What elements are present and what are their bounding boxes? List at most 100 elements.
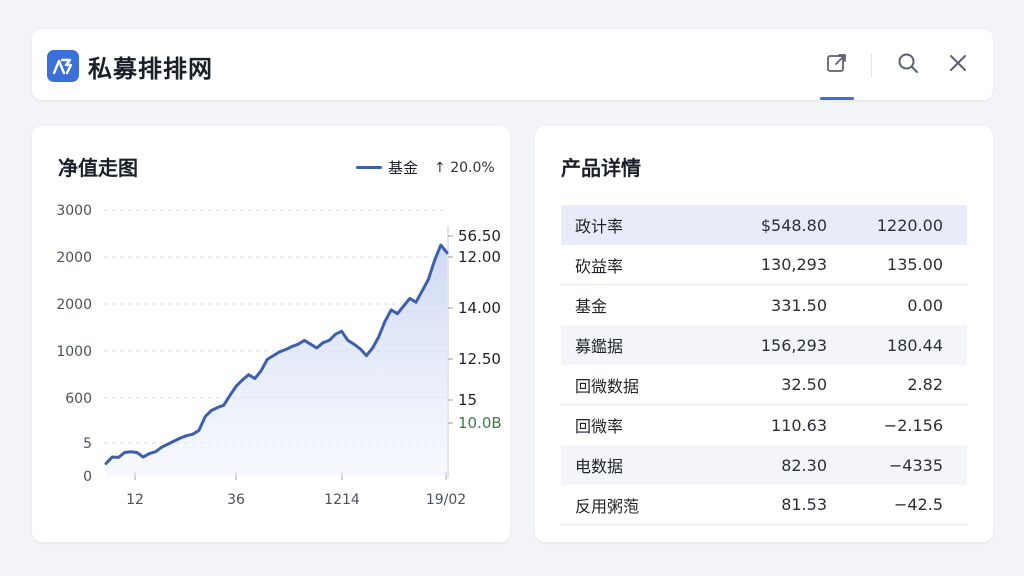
data-point xyxy=(440,244,442,246)
y-tick-label: 2000 xyxy=(56,297,92,313)
data-point xyxy=(347,339,349,341)
right-tick-label: 15 xyxy=(458,391,477,409)
y-tick-label: 5 xyxy=(83,436,92,452)
table-row: 反用粥萢 81.53 −42.5 xyxy=(561,485,967,525)
data-point xyxy=(136,451,138,454)
data-point xyxy=(446,252,448,254)
data-point xyxy=(372,347,374,349)
app-title: 私募排排网 xyxy=(88,55,213,83)
data-point xyxy=(316,347,318,349)
data-point xyxy=(328,339,330,341)
row-value-1: $548.80 xyxy=(760,215,827,235)
data-point xyxy=(223,404,225,406)
x-tick-label: 1214 xyxy=(324,492,360,508)
row-value-2: 2.82 xyxy=(907,375,943,394)
data-point xyxy=(434,259,436,261)
data-point xyxy=(396,313,398,315)
data-point xyxy=(124,451,126,454)
right-tick-label: 56.50 xyxy=(458,227,501,245)
y-tick-label: 600 xyxy=(65,391,92,407)
data-point xyxy=(421,290,423,292)
data-point xyxy=(353,343,355,345)
data-point xyxy=(378,336,380,338)
row-value-1: 32.50 xyxy=(781,375,827,394)
data-point xyxy=(359,348,361,350)
data-point xyxy=(272,355,274,357)
row-label: 募鑑据 xyxy=(575,337,624,356)
data-point xyxy=(217,406,219,409)
table-row: 募鑑据 156,293 180.44 xyxy=(561,325,967,365)
row-label: 基金 xyxy=(575,297,608,316)
row-value-1: 130,293 xyxy=(760,255,827,274)
close-icon xyxy=(947,52,969,78)
share-button[interactable] xyxy=(821,49,853,81)
data-point xyxy=(384,320,386,322)
search-icon xyxy=(896,51,920,79)
y-tick-label: 2000 xyxy=(56,250,92,266)
data-point xyxy=(341,330,343,332)
row-value-1: 110.63 xyxy=(771,415,827,435)
right-tick-label: 12.00 xyxy=(458,248,501,266)
row-label: 反用粥萢 xyxy=(575,496,640,516)
row-value-2: 0.00 xyxy=(907,295,943,315)
detail-card-title: 产品详情 xyxy=(561,156,641,180)
detail-table: 政计率 $548.80 1220.00 砍益率 130,293 135.00 基金 331.5… xyxy=(561,205,967,525)
data-point xyxy=(334,333,336,335)
x-tick-label: 12 xyxy=(126,492,144,508)
data-point xyxy=(229,394,231,396)
data-point xyxy=(310,343,312,345)
data-point xyxy=(148,453,150,455)
data-point xyxy=(235,385,237,387)
data-point xyxy=(111,456,113,458)
close-button[interactable] xyxy=(942,49,974,81)
data-point xyxy=(409,297,411,299)
data-point xyxy=(142,456,144,458)
x-tick-label: 19/02 xyxy=(426,492,466,508)
external-link-icon xyxy=(825,51,849,79)
table-row: 电数据 82.30 −4335 xyxy=(561,445,967,485)
table-row: 回微数据 32.50 2.82 xyxy=(561,365,967,405)
table-row: 政计率 $548.80 1220.00 xyxy=(561,205,967,245)
data-point xyxy=(155,451,157,453)
row-label: 政计率 xyxy=(575,217,624,236)
data-point xyxy=(260,370,262,372)
row-value-2: 180.44 xyxy=(887,335,943,355)
right-tick-label: 14.00 xyxy=(458,299,501,317)
data-point xyxy=(322,342,324,344)
data-point xyxy=(427,278,429,280)
data-point xyxy=(167,443,169,445)
row-label: 回微率 xyxy=(575,417,624,436)
search-button[interactable] xyxy=(892,49,924,81)
data-point xyxy=(173,440,175,442)
data-point xyxy=(117,456,119,458)
row-value-2: −2.156 xyxy=(883,415,943,435)
data-point xyxy=(192,433,194,435)
x-tick-label: 36 xyxy=(227,492,245,508)
y-tick-label: 1000 xyxy=(56,344,92,360)
data-point xyxy=(285,348,287,351)
data-point xyxy=(248,374,250,376)
row-value-2: 1220.00 xyxy=(876,215,943,235)
fund-logo-icon xyxy=(47,50,79,82)
data-point xyxy=(415,301,417,303)
active-tab-indicator xyxy=(820,97,854,100)
data-point xyxy=(241,379,243,381)
row-value-1: 81.53 xyxy=(781,495,827,514)
row-label: 回微数据 xyxy=(575,376,640,396)
series-area-fill xyxy=(106,245,447,476)
data-point xyxy=(254,377,256,380)
row-label: 砍益率 xyxy=(575,256,624,276)
row-value-2: −42.5 xyxy=(893,495,943,514)
data-point xyxy=(365,355,367,357)
nav-chart-card: 净值走图 基金 ↑ 20.0% 3000 2000 2000 1000 600 5 0 56.… xyxy=(32,126,510,542)
data-point xyxy=(210,409,212,412)
data-point xyxy=(390,309,392,311)
table-row: 回微率 110.63 −2.156 xyxy=(561,405,967,445)
data-point xyxy=(179,437,181,439)
top-bar: 私募排排网 xyxy=(32,29,993,100)
product-detail-card: 产品详情 政计率 $548.80 1220.00 砍益率 130,293 135.00 基金… xyxy=(535,126,993,542)
data-point xyxy=(186,435,188,437)
row-value-1: 331.50 xyxy=(771,295,827,315)
toolbar-divider xyxy=(871,53,872,77)
table-row: 基金 331.50 0.00 xyxy=(561,285,967,325)
